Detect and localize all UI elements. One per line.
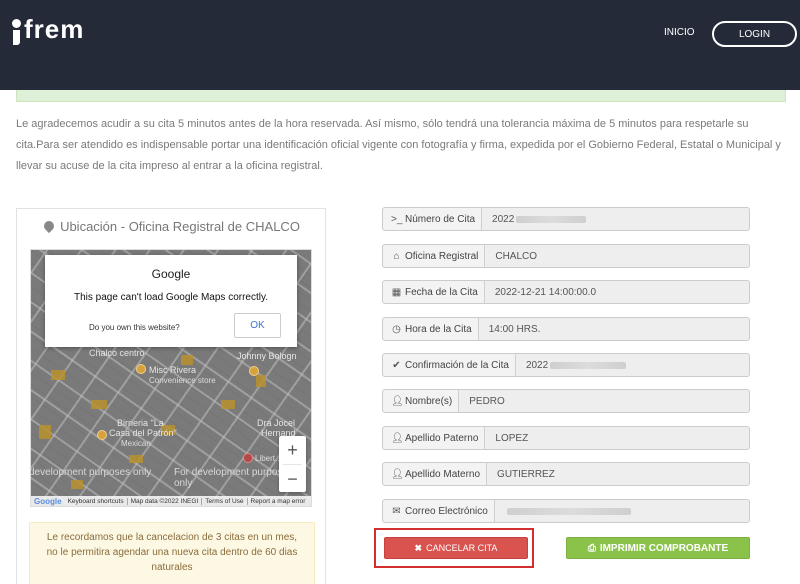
check-icon: ✔ xyxy=(392,359,401,371)
envelope-icon: ✉ xyxy=(392,505,401,517)
map-block xyxy=(91,400,107,409)
map-block xyxy=(71,480,83,489)
field-label: ▦ Fecha de la Cita xyxy=(383,281,485,303)
field-label: 👤︎ Apellido Materno xyxy=(383,463,488,485)
map-block xyxy=(39,425,51,439)
field-value: 14:00 HRS. xyxy=(488,323,541,335)
map-block xyxy=(181,355,193,365)
success-alert-strip xyxy=(16,90,786,102)
times-icon: ✖ xyxy=(414,542,423,553)
map-label: Chalco centro xyxy=(89,348,145,358)
map-label: Birrieria "La xyxy=(117,418,164,428)
calendar-icon: ▦ xyxy=(391,286,402,298)
map-block xyxy=(221,400,235,409)
google-logo[interactable]: Google xyxy=(31,497,65,506)
field-value: GUTIERREZ xyxy=(497,468,555,480)
map-label: Mexican xyxy=(121,439,151,448)
location-title: Ubicación - Oficina Registral de CHALCO xyxy=(17,218,327,234)
field-label: 👤︎ Nombre(s) xyxy=(383,390,460,412)
location-card: Ubicación - Oficina Registral de CHALCO … xyxy=(16,208,326,584)
user-icon: 👤︎ xyxy=(391,395,404,407)
nav-inicio-link[interactable]: INICIO xyxy=(664,27,695,41)
field-value: PEDRO xyxy=(469,395,505,407)
zoom-in-button[interactable]: + xyxy=(279,436,306,464)
map-marker-icon xyxy=(41,218,57,234)
field-hora-cita: ◷ Hora de la Cita 14:00 HRS. xyxy=(382,317,750,341)
map-block xyxy=(51,370,65,380)
cancel-appointment-button[interactable]: ✖ CANCELAR CITA xyxy=(384,537,528,559)
dialog-google-logo: Google xyxy=(151,267,191,281)
map-label: Convenience store xyxy=(149,376,216,385)
field-value: 2022 xyxy=(516,354,627,376)
google-map[interactable]: Chalco centro Misc Rivera Convenience st… xyxy=(30,249,312,507)
field-fecha-cita: ▦ Fecha de la Cita 2022-12-21 14:00:00.0 xyxy=(382,280,750,304)
field-label: ⌂ Oficina Registral xyxy=(383,245,486,267)
field-label: ✔ Confirmación de la Cita xyxy=(383,354,516,376)
location-title-text: Ubicación - Oficina Registral de CHALCO xyxy=(60,219,300,234)
map-label: Misc Rivera xyxy=(149,365,197,375)
terminal-icon: >_ xyxy=(391,213,403,225)
print-receipt-button[interactable]: ⎙ IMPRIMIR COMPROBANTE xyxy=(566,537,750,559)
map-block xyxy=(256,375,266,387)
zoom-control: + − xyxy=(279,436,306,492)
poi-marker-icon[interactable] xyxy=(243,453,253,463)
field-numero-cita: >_ Número de Cita 2022 xyxy=(382,207,750,231)
logo-text: frem xyxy=(24,14,85,44)
user-icon: 👤︎ xyxy=(391,432,404,444)
field-apellido-paterno: 👤︎ Apellido Paterno LOPEZ xyxy=(382,426,750,450)
field-label: ✉ Correo Electrónico xyxy=(383,500,495,522)
keyboard-shortcuts-link[interactable]: Keyboard shortcuts xyxy=(65,497,128,505)
field-label: 👤︎ Apellido Paterno xyxy=(383,427,486,449)
field-value: LOPEZ xyxy=(495,432,529,444)
field-value: CHALCO xyxy=(495,250,538,262)
poi-marker-icon[interactable] xyxy=(249,366,259,376)
dialog-ok-button[interactable]: OK xyxy=(234,313,281,338)
map-label: Libert... xyxy=(255,454,282,463)
map-label: Dra Jocel xyxy=(257,418,296,428)
field-value: 2022-12-21 14:00:00.0 xyxy=(494,286,597,298)
map-label: Casa del Patrón" xyxy=(109,428,177,438)
map-data-attribution: Map data ©2022 INEGI xyxy=(128,497,203,505)
print-icon: ⎙ xyxy=(587,542,596,554)
ifrem-logo[interactable]: frem xyxy=(12,14,84,45)
map-label: Johnny Bologn xyxy=(237,351,297,361)
map-footer: Google Keyboard shortcuts Map data ©2022… xyxy=(31,496,311,506)
poi-marker-icon[interactable] xyxy=(97,430,107,440)
field-value: 2022 xyxy=(482,208,587,230)
field-correo: ✉ Correo Electrónico xyxy=(382,499,750,523)
field-nombre: 👤︎ Nombre(s) PEDRO xyxy=(382,389,750,413)
terms-link[interactable]: Terms of Use xyxy=(202,497,248,505)
redacted-value xyxy=(550,361,627,369)
appointment-notice: Le agradecemos acudir a su cita 5 minuto… xyxy=(16,118,781,172)
maps-error-dialog: Google This page can't load Google Maps … xyxy=(45,255,297,347)
field-confirmacion-cita: ✔ Confirmación de la Cita 2022 xyxy=(382,353,750,377)
field-apellido-materno: 👤︎ Apellido Materno GUTIERREZ xyxy=(382,462,750,486)
field-value xyxy=(495,500,631,522)
user-icon: 👤︎ xyxy=(391,468,404,480)
dialog-message: This page can't load Google Maps correct… xyxy=(73,292,269,303)
logo-i-icon xyxy=(12,19,21,45)
top-navbar: frem INICIO LOGIN xyxy=(0,0,800,90)
report-error-link[interactable]: Report a map error xyxy=(248,498,309,505)
poi-marker-icon[interactable] xyxy=(136,364,146,374)
field-oficina-registral: ⌂ Oficina Registral CHALCO xyxy=(382,244,750,268)
redacted-value xyxy=(506,507,631,515)
login-button[interactable]: LOGIN xyxy=(712,21,797,47)
dev-watermark: development purposes only xyxy=(30,467,152,478)
field-label: >_ Número de Cita xyxy=(383,208,483,230)
zoom-out-button[interactable]: − xyxy=(279,465,306,493)
redacted-value xyxy=(516,215,587,223)
field-label: ◷ Hora de la Cita xyxy=(383,318,479,340)
cancellation-warning: Le recordamos que la cancelacion de 3 ci… xyxy=(29,522,315,584)
map-block xyxy=(129,455,143,463)
home-icon: ⌂ xyxy=(393,250,400,262)
dialog-question[interactable]: Do you own this website? xyxy=(89,323,180,332)
clock-icon: ◷ xyxy=(392,323,401,335)
